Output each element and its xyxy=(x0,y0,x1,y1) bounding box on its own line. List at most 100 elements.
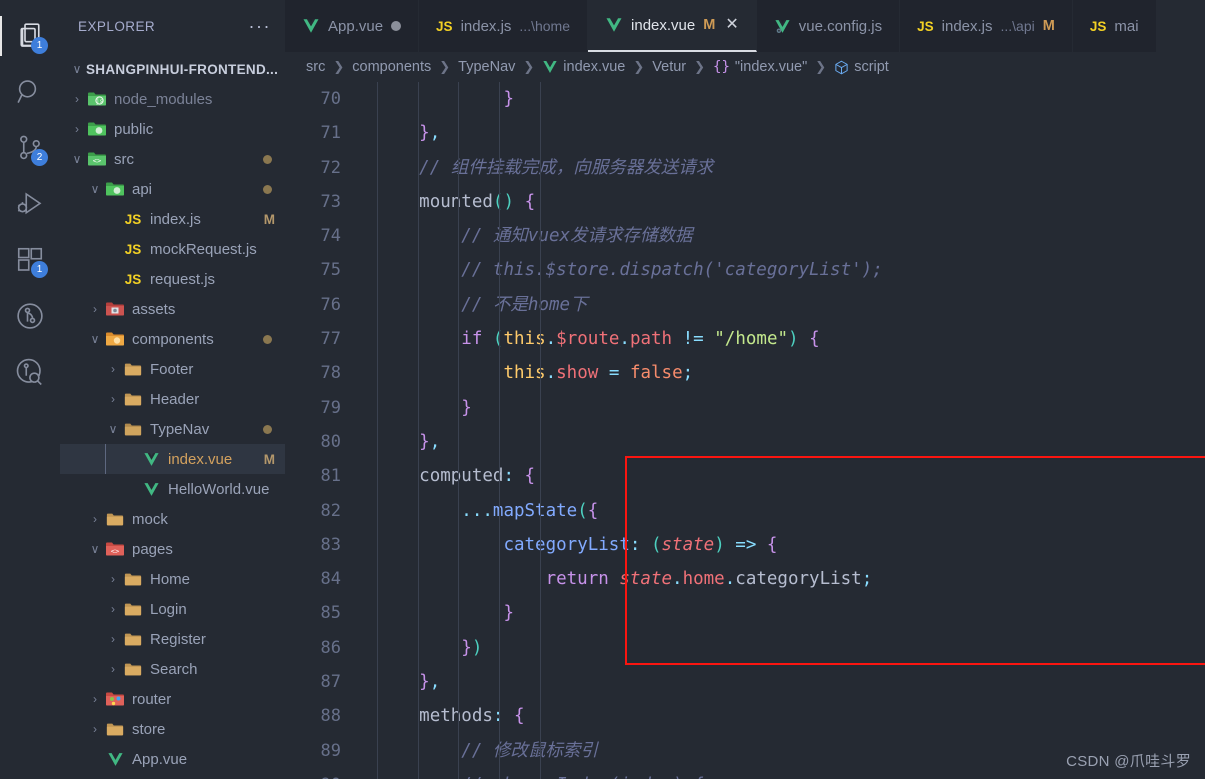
activity-item-search[interactable] xyxy=(0,64,60,120)
vue-icon xyxy=(140,481,162,498)
code-line[interactable]: }) xyxy=(377,631,1205,665)
code-line[interactable]: // 组件挂载完成，向服务器发送请求 xyxy=(377,151,1205,185)
activity-item-explorer[interactable]: 1 xyxy=(0,8,60,64)
tab-dirty-indicator[interactable] xyxy=(391,21,402,31)
tree-item-pages[interactable]: ∨ <> pages xyxy=(60,534,285,564)
js-icon: JS xyxy=(124,241,142,257)
code-line[interactable]: methods: { xyxy=(377,699,1205,733)
activity-item-testing[interactable] xyxy=(0,288,60,344)
chevron-right-icon[interactable]: › xyxy=(68,122,86,136)
chevron-right-icon[interactable]: › xyxy=(104,632,122,646)
tree-item-label: index.vue xyxy=(168,450,233,468)
tree-item-footer[interactable]: › Footer xyxy=(60,354,285,384)
code-line[interactable]: if (this.$route.path != "/home") { xyxy=(377,322,1205,356)
tree-item-typenav[interactable]: ∨ TypeNav xyxy=(60,414,285,444)
tree-item-mockrequest-js[interactable]: JS mockRequest.js xyxy=(60,234,285,264)
tree-item-header[interactable]: › Header xyxy=(60,384,285,414)
editor-tab-index-js[interactable]: JS index.js ...\api M xyxy=(900,0,1073,52)
chevron-down-icon[interactable]: ∨ xyxy=(86,542,104,556)
tree-item-index-vue[interactable]: index.vue M xyxy=(60,444,285,474)
code-line[interactable]: // 不是home下 xyxy=(377,288,1205,322)
tree-item-store[interactable]: › store xyxy=(60,714,285,744)
breadcrumb-item-components[interactable]: components xyxy=(351,59,432,75)
code-line[interactable]: ...mapState({ xyxy=(377,494,1205,528)
breadcrumb-item--index-vue-[interactable]: {} "index.vue" xyxy=(712,59,808,75)
activity-item-remote-explorer[interactable] xyxy=(0,344,60,400)
chevron-down-icon[interactable]: ∨ xyxy=(68,152,86,166)
code-line[interactable]: } xyxy=(377,82,1205,116)
activity-item-extensions[interactable]: 1 xyxy=(0,232,60,288)
code-line[interactable]: }, xyxy=(377,665,1205,699)
editor-tab-app-vue[interactable]: App.vue xyxy=(285,0,420,52)
code-line[interactable]: // 通知vuex发请求存储数据 xyxy=(377,219,1205,253)
code-line[interactable]: return state.home.categoryList; xyxy=(377,562,1205,596)
code-line[interactable]: this.show = false; xyxy=(377,356,1205,390)
code-content[interactable]: } }, // 组件挂载完成，向服务器发送请求 mounted() { // 通… xyxy=(355,82,1205,779)
editor-tab-index-vue[interactable]: index.vue M ✕ xyxy=(588,0,757,52)
activity-item-source-control[interactable]: 2 xyxy=(0,120,60,176)
js-icon: JS xyxy=(122,212,144,227)
line-number: 83 xyxy=(320,534,341,555)
chevron-right-icon[interactable]: › xyxy=(104,572,122,586)
file-tree[interactable]: ∨ SHANGPINHUI-FRONTEND... › js node_modu… xyxy=(60,52,285,779)
js-icon: JS xyxy=(122,272,144,287)
folder-icon xyxy=(122,632,144,647)
breadcrumb-item-src[interactable]: src xyxy=(305,59,326,75)
tree-item-register[interactable]: › Register xyxy=(60,624,285,654)
tree-item-request-js[interactable]: JS request.js xyxy=(60,264,285,294)
chevron-right-icon[interactable]: › xyxy=(86,302,104,316)
tree-item-index-js[interactable]: JS index.js M xyxy=(60,204,285,234)
chevron-right-icon[interactable]: › xyxy=(104,662,122,676)
chevron-right-icon[interactable]: › xyxy=(104,392,122,406)
tree-item-router[interactable]: › router xyxy=(60,684,285,714)
tree-item-api[interactable]: ∨ api xyxy=(60,174,285,204)
chevron-down-icon[interactable]: ∨ xyxy=(86,332,104,346)
code-line[interactable]: } xyxy=(377,596,1205,630)
chevron-right-icon[interactable]: › xyxy=(86,722,104,736)
breadcrumb-item-vetur[interactable]: Vetur xyxy=(651,59,687,75)
code-line[interactable]: mounted() { xyxy=(377,185,1205,219)
code-line[interactable]: // this.$store.dispatch('categoryList'); xyxy=(377,253,1205,287)
more-actions-icon[interactable]: ··· xyxy=(249,16,279,37)
tree-item-node-modules[interactable]: › js node_modules xyxy=(60,84,285,114)
tree-item-app-vue[interactable]: App.vue xyxy=(60,744,285,774)
breadcrumb-item-index-vue[interactable]: index.vue xyxy=(541,59,626,75)
chevron-right-icon[interactable]: › xyxy=(86,692,104,706)
tree-item-src[interactable]: ∨ <> src xyxy=(60,144,285,174)
tree-item-main-js[interactable]: JSmain.js xyxy=(60,774,285,779)
code-editor[interactable]: 70 71 72 73 74 75 76 77 78 79 80 81 82 83 84 85 86 87 88 89… xyxy=(285,82,1205,779)
breadcrumb[interactable]: src ❯ components ❯ TypeNav ❯ index.vue ❯ Vetur ❯… xyxy=(285,52,1205,82)
folder-public-icon xyxy=(86,121,108,137)
tree-item-mock[interactable]: › mock xyxy=(60,504,285,534)
chevron-right-icon[interactable]: › xyxy=(68,92,86,106)
tree-item-login[interactable]: › Login xyxy=(60,594,285,624)
tree-item-components[interactable]: ∨ components xyxy=(60,324,285,354)
tree-item-home[interactable]: › Home xyxy=(60,564,285,594)
code-line[interactable]: computed: { xyxy=(377,459,1205,493)
activity-item-run-debug[interactable] xyxy=(0,176,60,232)
folder-icon xyxy=(124,363,142,375)
vue-icon xyxy=(543,61,557,73)
chevron-down-icon[interactable]: ∨ xyxy=(104,422,122,436)
code-line[interactable]: }, xyxy=(377,116,1205,150)
editor-tab-bar[interactable]: App.vue JS index.js ...\home index.vue M ✕ vu… xyxy=(285,0,1205,52)
tree-item-search[interactable]: › Search xyxy=(60,654,285,684)
search-icon xyxy=(17,80,37,103)
editor-tab-index-js[interactable]: JS index.js ...\home xyxy=(419,0,589,52)
chevron-right-icon[interactable]: › xyxy=(104,602,122,616)
editor-tab-vue-config-js[interactable]: vue.config.js xyxy=(756,0,901,52)
code-line[interactable]: categoryList: (state) => { xyxy=(377,528,1205,562)
tree-root-row[interactable]: ∨ SHANGPINHUI-FRONTEND... xyxy=(60,54,285,84)
breadcrumb-item-script[interactable]: script xyxy=(833,59,890,75)
editor-tab-mai[interactable]: JS mai xyxy=(1072,0,1157,52)
tree-item-public[interactable]: › public xyxy=(60,114,285,144)
close-icon[interactable]: ✕ xyxy=(723,17,738,33)
breadcrumb-item-typenav[interactable]: TypeNav xyxy=(457,59,516,75)
chevron-right-icon[interactable]: › xyxy=(86,512,104,526)
chevron-down-icon[interactable]: ∨ xyxy=(86,182,104,196)
tree-item-assets[interactable]: › assets xyxy=(60,294,285,324)
chevron-right-icon[interactable]: › xyxy=(104,362,122,376)
code-line[interactable]: } xyxy=(377,391,1205,425)
tree-item-helloworld-vue[interactable]: HelloWorld.vue xyxy=(60,474,285,504)
code-line[interactable]: }, xyxy=(377,425,1205,459)
